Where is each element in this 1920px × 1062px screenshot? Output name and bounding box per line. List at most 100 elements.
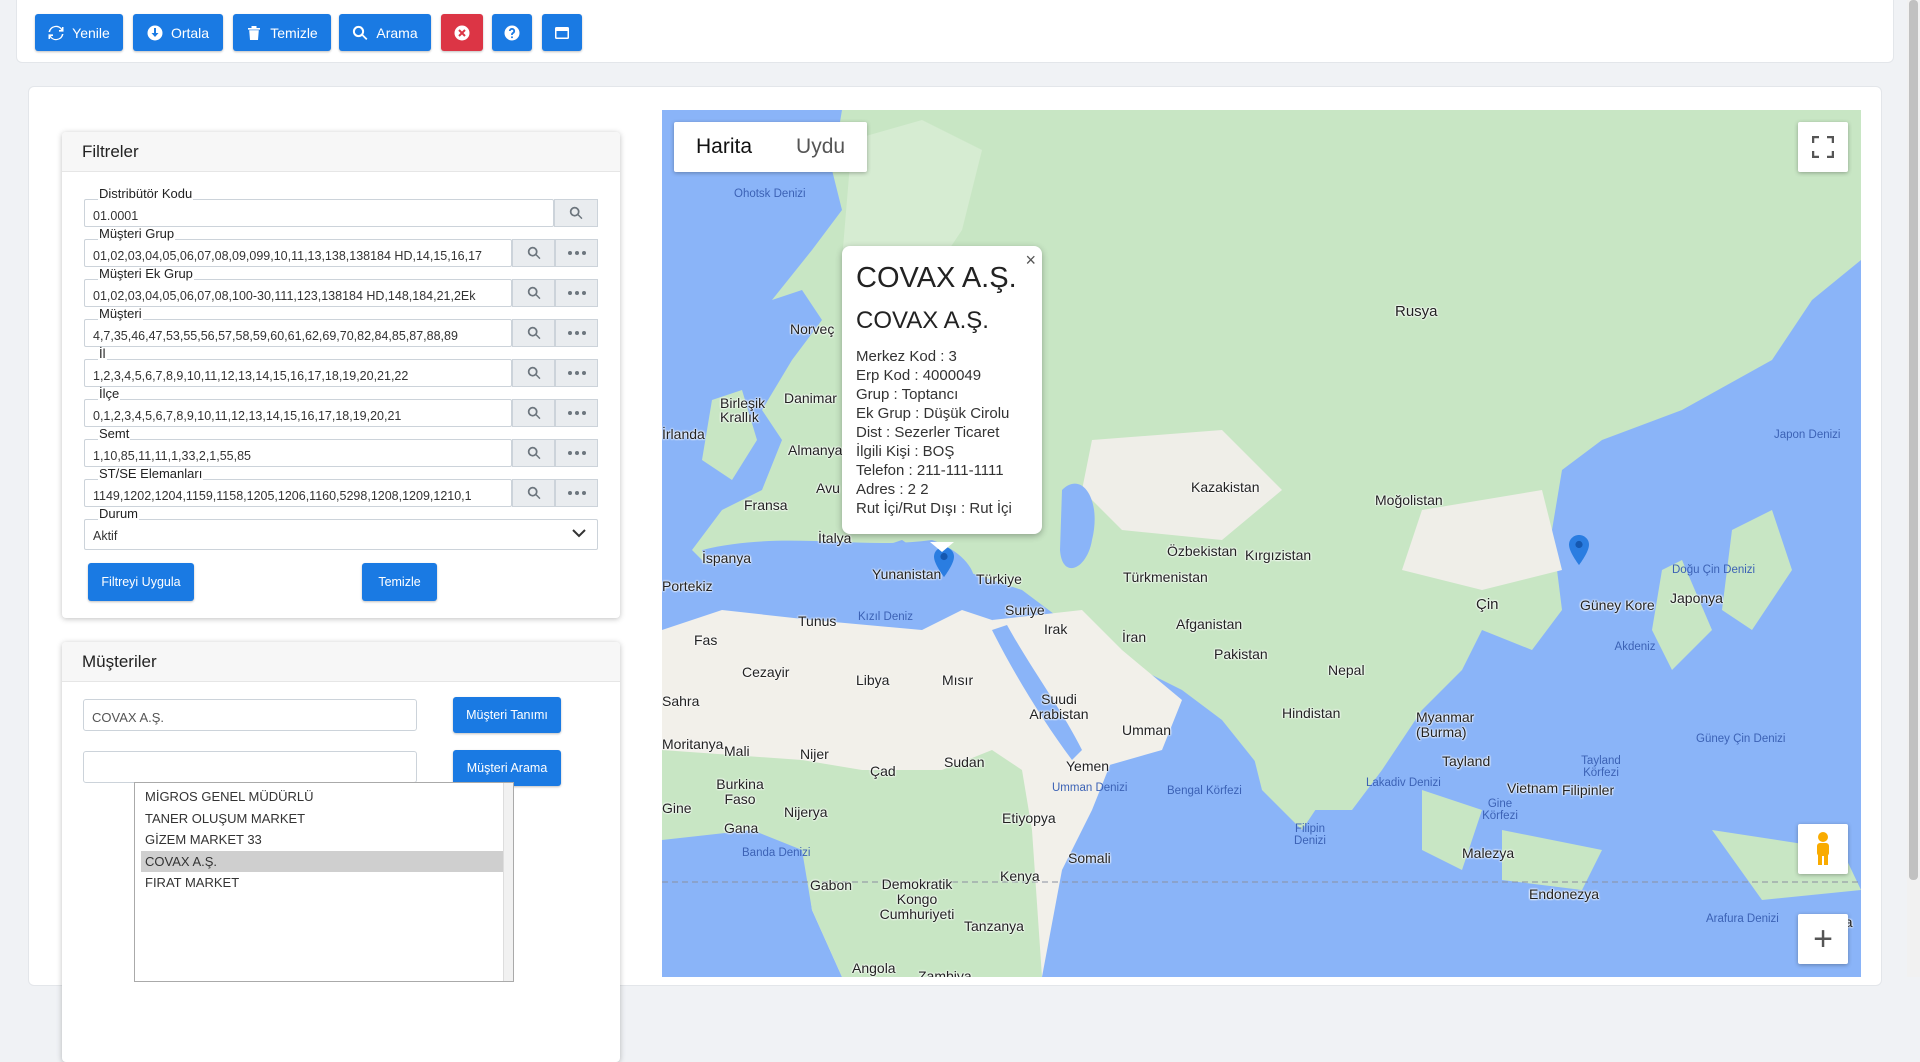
filters-title: Filtreler	[62, 132, 620, 172]
apply-filter-button[interactable]: Filtreyi Uygula	[88, 563, 194, 601]
map-pin-icon[interactable]	[1569, 535, 1589, 565]
refresh-icon	[48, 25, 64, 40]
fullscreen-button[interactable]	[1798, 122, 1848, 172]
customer-extra-group-search-button[interactable]	[512, 279, 555, 307]
customer-list[interactable]: MİGROS GENEL MÜDÜRLÜ TANER OLUŞUM MARKET…	[134, 782, 514, 982]
page-scrollbar[interactable]	[1907, 0, 1920, 977]
map-label: Birleşik Krallık	[720, 395, 766, 425]
window-icon	[555, 26, 569, 39]
customer-more-button[interactable]	[555, 319, 598, 347]
customers-title: Müşteriler	[62, 642, 620, 682]
list-item[interactable]: GİZEM MARKET 33	[141, 829, 507, 851]
neighborhood-more-button[interactable]	[555, 439, 598, 467]
search-icon	[569, 206, 583, 220]
list-scrollbar[interactable]	[503, 783, 513, 981]
neighborhood-label: Semt	[98, 426, 131, 441]
district-input[interactable]: 0,1,2,3,4,5,6,7,8,9,10,11,12,13,14,15,16…	[84, 399, 512, 427]
map-label: Etiyopya	[1002, 810, 1056, 826]
customer-group-search-button[interactable]	[512, 239, 555, 267]
neighborhood-search-button[interactable]	[512, 439, 555, 467]
more-icon	[567, 251, 586, 255]
neighborhood-input[interactable]: 1,10,85,11,11,1,33,2,1,55,85	[84, 439, 512, 467]
map-type-map-button[interactable]: Harita	[674, 122, 774, 172]
customer-group-more-button[interactable]	[555, 239, 598, 267]
info-line: Dist : Sezerler Ticaret	[856, 424, 1000, 441]
map-label: Cezayir	[742, 664, 790, 680]
refresh-button[interactable]: Yenile	[35, 14, 123, 51]
info-title: COVAX A.Ş.	[856, 262, 1017, 294]
customer-extra-group-more-button[interactable]	[555, 279, 598, 307]
list-item-selected[interactable]: COVAX A.Ş.	[141, 850, 507, 872]
sea-label: Umman Denizi	[1052, 782, 1128, 794]
list-item[interactable]: FIRAT MARKET	[141, 872, 507, 894]
distributor-code-input[interactable]: 01.0001	[84, 199, 554, 227]
map-label: Tayland	[1442, 753, 1491, 769]
center-button[interactable]: Ortala	[133, 14, 223, 51]
map-label: Türkiye	[976, 571, 1022, 587]
map-label: Özbekistan	[1167, 543, 1238, 559]
info-line: Erp Kod : 4000049	[856, 367, 982, 384]
zoom-in-button[interactable]: +	[1798, 914, 1848, 964]
map-label: Mali	[724, 743, 750, 759]
sea-label: Kızıl Deniz	[858, 611, 913, 623]
status-select[interactable]: Aktif	[84, 519, 598, 550]
customer-group-input[interactable]: 01,02,03,04,05,06,07,08,09,099,10,11,13,…	[84, 239, 512, 267]
province-label: İl	[98, 346, 107, 361]
customer-definition-button[interactable]: Müşteri Tanımı	[453, 697, 561, 733]
map-label: Güney Kore	[1580, 597, 1655, 613]
sea-label: Gine Körfezi	[1482, 798, 1518, 822]
window-button[interactable]	[542, 14, 582, 51]
province-input[interactable]: 1,2,3,4,5,6,7,8,9,10,11,12,13,14,15,16,1…	[84, 359, 512, 387]
sales-staff-input[interactable]: 1149,1202,1204,1159,1158,1205,1206,1160,…	[84, 479, 512, 507]
map-label: Umman	[1122, 722, 1172, 738]
customer-search-input[interactable]	[83, 751, 417, 783]
list-item[interactable]: MİGROS GENEL MÜDÜRLÜ	[141, 786, 507, 808]
map-label: Irak	[1044, 621, 1068, 637]
sales-staff-search-button[interactable]	[512, 479, 555, 507]
info-close-button[interactable]: ×	[1025, 250, 1036, 271]
clear-filter-button[interactable]: Temizle	[362, 563, 437, 601]
list-item[interactable]: TANER OLUŞUM MARKET	[141, 808, 507, 830]
page-scrollbar-thumb[interactable]	[1909, 0, 1918, 880]
map-label: Kırgızistan	[1245, 547, 1312, 563]
sea-label: Tayland Körfezi	[1581, 755, 1621, 779]
search-label: Arama	[376, 24, 418, 41]
map-label: Myanmar (Burma)	[1416, 709, 1475, 740]
map-label: Yemen	[1066, 758, 1110, 774]
clear-button[interactable]: Temizle	[233, 14, 331, 51]
customer-search-button[interactable]: Müşteri Arama	[453, 750, 561, 786]
customer-search-button[interactable]	[512, 319, 555, 347]
customer-info-window: × COVAX A.Ş. COVAX A.Ş. Merkez Kod : 3 E…	[842, 246, 1042, 552]
map-label: Endonezya	[1529, 886, 1600, 902]
map-label: Angola	[852, 960, 896, 976]
download-icon	[147, 25, 163, 40]
street-view-button[interactable]	[1798, 824, 1848, 874]
more-icon	[567, 331, 586, 335]
map-label: İran	[1122, 629, 1147, 645]
close-button[interactable]	[441, 14, 483, 51]
chevron-down-icon	[572, 529, 586, 538]
province-more-button[interactable]	[555, 359, 598, 387]
sea-label: Bengal Körfezi	[1167, 785, 1242, 797]
distributor-search-button[interactable]	[554, 199, 598, 227]
customer-group-label: Müşteri Grup	[98, 226, 176, 241]
map-type-satellite-button[interactable]: Uydu	[774, 122, 867, 172]
district-search-button[interactable]	[512, 399, 555, 427]
district-more-button[interactable]	[555, 399, 598, 427]
customer-name-input[interactable]: COVAX A.Ş.	[83, 699, 417, 731]
search-icon	[527, 406, 540, 420]
map-label: Malezya	[1462, 845, 1515, 861]
search-button[interactable]: Arama	[339, 14, 431, 51]
customer-input[interactable]: 4,7,35,46,47,53,55,56,57,58,59,60,61,62,…	[84, 319, 512, 347]
map-label: Çad	[870, 763, 896, 779]
map-label: Mısır	[942, 672, 974, 688]
customer-extra-group-input[interactable]: 01,02,03,04,05,06,07,08,100-30,111,123,1…	[84, 279, 512, 307]
province-search-button[interactable]	[512, 359, 555, 387]
center-label: Ortala	[170, 24, 210, 41]
info-line: Ek Grup : Düşük Cirolu	[856, 405, 1010, 422]
search-icon	[527, 366, 540, 380]
help-button[interactable]	[492, 14, 532, 51]
map-view[interactable]: Ohotsk Denizi Rusya Norveç Birleşik Kral…	[662, 110, 1861, 977]
sales-staff-more-button[interactable]	[555, 479, 598, 507]
fullscreen-icon	[1812, 136, 1834, 158]
